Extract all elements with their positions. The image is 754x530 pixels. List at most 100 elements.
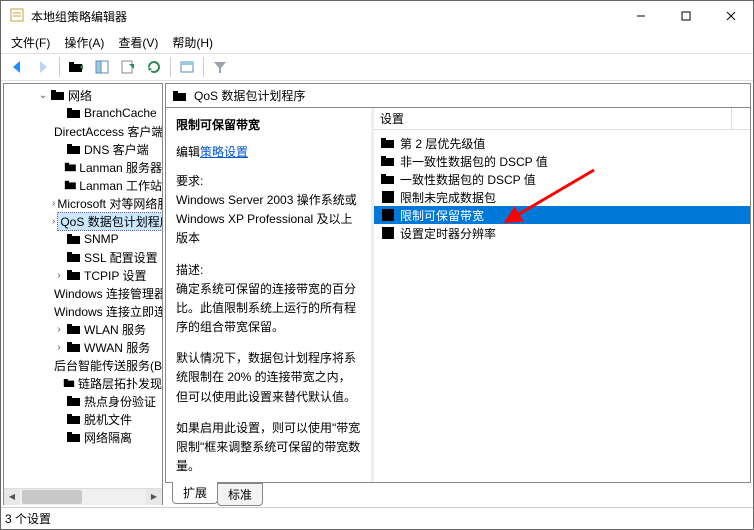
list-row-label: 限制可保留带宽 (400, 207, 484, 224)
tree-item[interactable]: ›Microsoft 对等网络服务 (4, 194, 162, 212)
close-button[interactable] (708, 1, 753, 31)
tree-item[interactable]: DirectAccess 客户端体验设置 (4, 122, 162, 140)
tree-item-label: WWAN 服务 (84, 339, 150, 356)
tree-item[interactable]: Lanman 工作站 (4, 176, 162, 194)
list-row[interactable]: 设置定时器分辨率 (374, 224, 750, 242)
forward-button[interactable] (31, 56, 55, 78)
window-title: 本地组策略编辑器 (31, 8, 618, 25)
tree-item-label: 热点身份验证 (84, 393, 156, 410)
tree-item[interactable]: 脱机文件 (4, 410, 162, 428)
tree-item-label: Lanman 服务器 (79, 159, 162, 176)
list-header-label: 设置 (380, 110, 404, 127)
folder-icon (63, 375, 76, 391)
column-resize-handle[interactable] (731, 108, 732, 129)
tree-item[interactable]: SSL 配置设置 (4, 248, 162, 266)
tree-item[interactable]: › WWAN 服务 (4, 338, 162, 356)
show-hide-tree-button[interactable] (90, 56, 114, 78)
tree-item[interactable]: 链路层拓扑发现 (4, 374, 162, 392)
tree-chevron-icon[interactable]: › (52, 198, 55, 209)
list-column-header[interactable]: 设置 (374, 108, 750, 130)
tab-standard[interactable]: 标准 (217, 483, 263, 506)
tab-strip: 扩展 标准 (165, 483, 751, 505)
desc-descr-label: 描述: (176, 261, 361, 278)
tree-item[interactable]: SNMP (4, 230, 162, 248)
desc-edit-prefix: 编辑 (176, 145, 200, 159)
up-button[interactable] (64, 56, 88, 78)
tree-item[interactable]: Lanman 服务器 (4, 158, 162, 176)
desc-para3: 如果启用此设置，则可以使用"带宽限制"框来调整系统可保留的带宽数量。 (176, 419, 361, 477)
folder-icon (66, 105, 82, 121)
scroll-right-button[interactable]: ▶ (146, 489, 162, 505)
tree-item[interactable]: ›TCPIP 设置 (4, 266, 162, 284)
folder-icon (172, 88, 188, 104)
tree-item-label: 链路层拓扑发现 (78, 375, 162, 392)
refresh-button[interactable] (142, 56, 166, 78)
tree-pane: ⌄网络 BranchCache DirectAccess 客户端体验设置DNS 客户… (3, 83, 163, 505)
filter-button[interactable] (208, 56, 232, 78)
list-row[interactable]: 非一致性数据包的 DSCP 值 (374, 152, 750, 170)
tree-hscrollbar[interactable]: ◀ ▶ (4, 488, 162, 504)
tree-item-label: SSL 配置设置 (84, 249, 158, 266)
tree-item-label: DirectAccess 客户端体验设置 (54, 123, 162, 140)
tree-item[interactable]: 热点身份验证 (4, 392, 162, 410)
tree-item-label: BranchCache (84, 106, 157, 120)
list-row[interactable]: 限制可保留带宽 (374, 206, 750, 224)
properties-button[interactable] (175, 56, 199, 78)
tree-item[interactable]: Windows 连接立即连接 (4, 302, 162, 320)
tree-item[interactable]: DNS 客户端 (4, 140, 162, 158)
tree-item[interactable]: ›WLAN 服务 (4, 320, 162, 338)
scroll-left-button[interactable]: ◀ (4, 489, 20, 505)
back-button[interactable] (5, 56, 29, 78)
list-row-label: 第 2 层优先级值 (400, 135, 485, 152)
tree-item[interactable]: Windows 连接管理器 (4, 284, 162, 302)
desc-req-body: Windows Server 2003 操作系统或 Windows XP Pro… (176, 191, 361, 249)
tree-item-label: Microsoft 对等网络服务 (57, 195, 162, 212)
right-pane: QoS 数据包计划程序 限制可保留带宽 编辑策略设置 要求: Windows S… (165, 83, 751, 505)
export-button[interactable] (116, 56, 140, 78)
tree-item-label: DNS 客户端 (84, 141, 149, 158)
tree-chevron-icon[interactable]: › (52, 216, 55, 227)
list-row[interactable]: 一致性数据包的 DSCP 值 (374, 170, 750, 188)
edit-policy-link[interactable]: 策略设置 (200, 145, 248, 159)
tree-chevron-icon[interactable]: › (52, 270, 66, 281)
tab-extended[interactable]: 扩展 (172, 482, 218, 504)
app-icon (9, 7, 25, 26)
list-row[interactable]: 第 2 层优先级值 (374, 134, 750, 152)
setting-icon (380, 189, 396, 205)
folder-icon (380, 153, 396, 169)
description-pane: 限制可保留带宽 编辑策略设置 要求: Windows Server 2003 操… (166, 108, 374, 482)
tree-item-label: Windows 连接立即连接 (54, 303, 162, 320)
menu-bar: 文件(F) 操作(A) 查看(V) 帮助(H) (1, 31, 753, 53)
menu-help[interactable]: 帮助(H) (166, 32, 219, 53)
tree-item-label: Lanman 工作站 (79, 177, 162, 194)
folder-icon (66, 249, 82, 265)
minimize-button[interactable] (618, 1, 663, 31)
folder-icon (66, 339, 82, 355)
content-area: ⌄网络 BranchCache DirectAccess 客户端体验设置DNS 客户… (1, 81, 753, 507)
menu-file[interactable]: 文件(F) (5, 32, 56, 53)
tree-item-label: 后台智能传送服务(BITS) (54, 357, 162, 374)
setting-icon (380, 207, 396, 223)
tree-chevron-icon[interactable]: ⌄ (36, 90, 50, 101)
tree-item[interactable]: BranchCache (4, 104, 162, 122)
folder-icon (66, 231, 82, 247)
menu-view[interactable]: 查看(V) (112, 32, 164, 53)
tree-chevron-icon[interactable]: › (52, 342, 66, 353)
tree-item[interactable]: 网络隔离 (4, 428, 162, 446)
folder-icon (66, 321, 82, 337)
folder-icon (66, 393, 82, 409)
toolbar (1, 53, 753, 81)
tree-item-label: 网络隔离 (84, 429, 132, 446)
tree-item[interactable]: 后台智能传送服务(BITS) (4, 356, 162, 374)
menu-action[interactable]: 操作(A) (58, 32, 110, 53)
maximize-button[interactable] (663, 1, 708, 31)
folder-icon (64, 177, 77, 193)
folder-icon (66, 141, 82, 157)
tree-scroll[interactable]: ⌄网络 BranchCache DirectAccess 客户端体验设置DNS 客户… (4, 84, 162, 488)
tree-chevron-icon[interactable]: › (52, 324, 66, 335)
title-bar: 本地组策略编辑器 (1, 1, 753, 31)
tree-item[interactable]: ›QoS 数据包计划程序 (4, 212, 162, 230)
tree-item[interactable]: ⌄网络 (4, 86, 162, 104)
tree-item-label: SNMP (84, 232, 119, 246)
list-row[interactable]: 限制未完成数据包 (374, 188, 750, 206)
